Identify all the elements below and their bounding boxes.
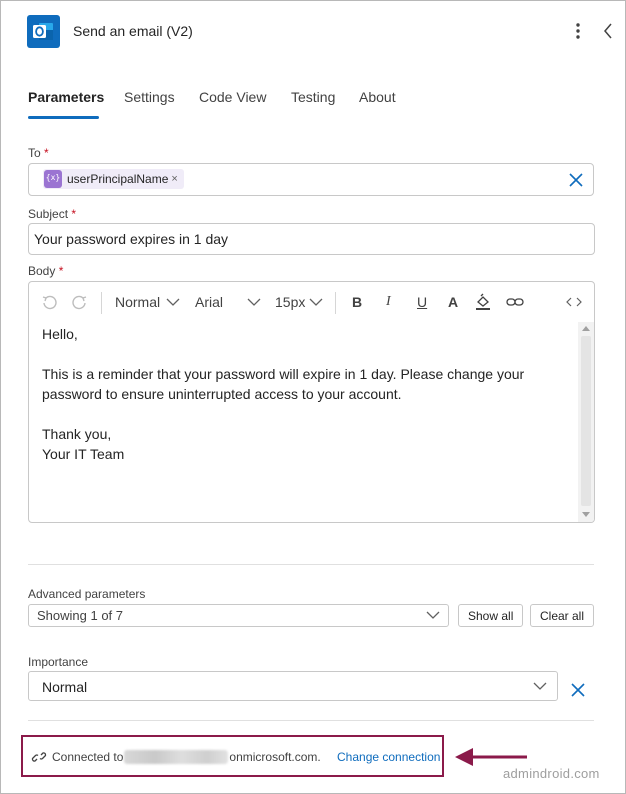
connection-suffix: onmicrosoft.com. — [229, 750, 321, 764]
change-connection-link[interactable]: Change connection — [337, 750, 440, 764]
font-size-dropdown[interactable]: 15px — [275, 293, 323, 311]
chevron-left-icon[interactable] — [601, 21, 615, 41]
body-label-text: Body — [28, 264, 56, 278]
scroll-up-icon[interactable] — [582, 326, 590, 331]
required-mark: * — [44, 146, 49, 160]
more-vertical-icon[interactable] — [571, 20, 585, 42]
dynamic-content-token[interactable]: {x} userPrincipalName × — [43, 169, 184, 189]
body-line: This is a reminder that your password wi… — [42, 366, 525, 402]
clear-icon[interactable] — [570, 682, 586, 698]
body-label: Body * — [28, 264, 63, 278]
advanced-parameters-dropdown[interactable]: Showing 1 of 7 — [28, 604, 449, 627]
advanced-parameters-label: Advanced parameters — [28, 587, 146, 601]
font-family-dropdown[interactable]: Arial — [195, 293, 261, 311]
outlook-icon — [27, 15, 60, 48]
subject-label-text: Subject — [28, 207, 69, 221]
chevron-down-icon — [247, 298, 261, 306]
to-field[interactable]: {x} userPrincipalName × — [28, 163, 594, 196]
connection-link-icon — [31, 749, 47, 765]
divider — [28, 564, 594, 565]
undo-icon[interactable] — [41, 293, 57, 311]
paragraph-style-value: Normal — [115, 294, 161, 310]
tab-settings[interactable]: Settings — [124, 89, 175, 105]
link-icon[interactable] — [506, 293, 524, 311]
connection-status: Connected to onmicrosoft.com. — [52, 750, 321, 764]
editor-toolbar: Normal Arial 15px B I U A — [29, 282, 594, 322]
scrollbar[interactable] — [578, 322, 594, 522]
paragraph-style-dropdown[interactable]: Normal — [115, 293, 180, 311]
clear-all-button[interactable]: Clear all — [530, 604, 595, 627]
tab-code-view[interactable]: Code View — [199, 89, 266, 105]
tab-about[interactable]: About — [359, 89, 396, 105]
active-tab-indicator — [28, 116, 99, 119]
redacted-account — [124, 750, 229, 764]
body-content[interactable]: Hello, This is a reminder that your pass… — [42, 324, 572, 464]
chevron-down-icon — [309, 298, 323, 306]
subject-field[interactable]: Your password expires in 1 day — [28, 223, 595, 255]
show-all-button[interactable]: Show all — [458, 604, 524, 627]
token-label: userPrincipalName — [67, 172, 169, 186]
connection-prefix: Connected to — [52, 750, 124, 764]
divider — [28, 720, 594, 721]
code-view-icon[interactable] — [566, 293, 582, 311]
advanced-parameters-value: Showing 1 of 7 — [37, 608, 124, 623]
page-title: Send an email (V2) — [73, 23, 193, 39]
scrollbar-thumb[interactable] — [581, 336, 591, 506]
panel: Send an email (V2) Parameters Settings C… — [0, 0, 626, 794]
toolbar-separator — [335, 292, 336, 314]
clear-icon[interactable] — [568, 172, 584, 188]
italic-button[interactable]: I — [386, 293, 391, 311]
chevron-down-icon — [533, 682, 547, 690]
chevron-down-icon — [426, 611, 440, 619]
body-editor[interactable]: Normal Arial 15px B I U A Hello, This is… — [28, 281, 595, 523]
scroll-down-icon[interactable] — [582, 512, 590, 517]
underline-button[interactable]: U — [417, 293, 427, 311]
toolbar-separator — [101, 292, 102, 314]
tab-testing[interactable]: Testing — [291, 89, 335, 105]
required-mark: * — [71, 207, 77, 221]
watermark: admindroid.com — [503, 766, 600, 781]
redo-icon[interactable] — [72, 293, 88, 311]
importance-value: Normal — [42, 679, 88, 695]
body-line: Thank you, — [42, 426, 112, 442]
font-family-value: Arial — [195, 294, 224, 310]
connection-highlight-box: Connected to onmicrosoft.com. Change con… — [21, 735, 444, 777]
bold-button[interactable]: B — [352, 293, 362, 311]
expression-icon: {x} — [44, 170, 62, 188]
to-label-text: To — [28, 146, 41, 160]
font-size-value: 15px — [275, 294, 306, 310]
chevron-down-icon — [166, 298, 180, 306]
required-mark: * — [58, 264, 64, 278]
to-label: To * — [28, 146, 49, 160]
subject-label: Subject * — [28, 207, 76, 221]
tab-parameters[interactable]: Parameters — [28, 89, 104, 105]
body-line: Your IT Team — [42, 446, 125, 462]
importance-dropdown[interactable]: Normal — [28, 671, 558, 701]
token-remove-button[interactable]: × — [171, 173, 177, 185]
font-color-button[interactable]: A — [448, 293, 458, 311]
body-line: Hello, — [42, 326, 78, 342]
highlight-icon[interactable] — [475, 293, 491, 311]
importance-label: Importance — [28, 655, 89, 669]
